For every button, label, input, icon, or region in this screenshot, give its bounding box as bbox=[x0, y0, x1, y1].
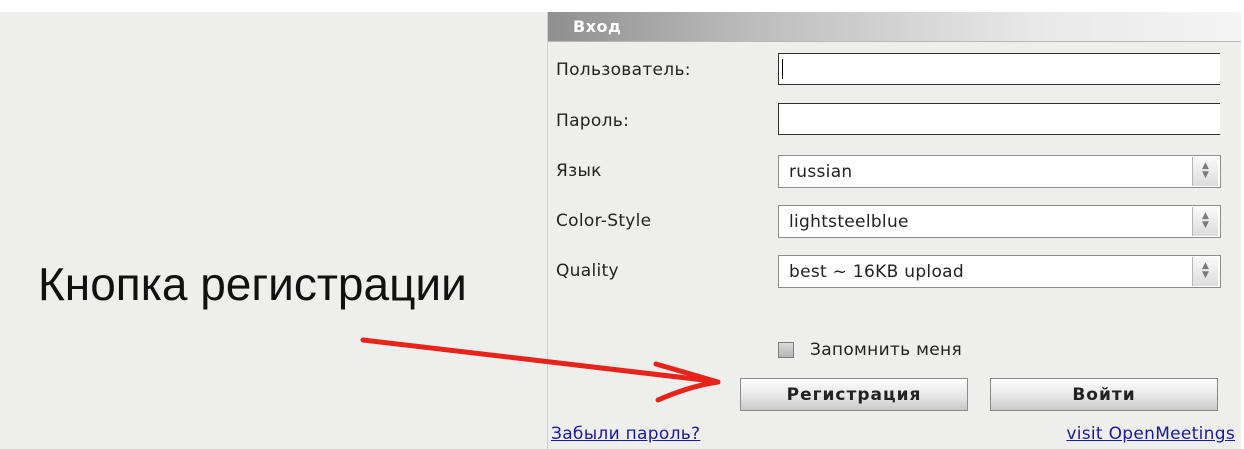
red-arrow-icon bbox=[360, 337, 721, 403]
red-arrow-shape bbox=[360, 337, 721, 403]
